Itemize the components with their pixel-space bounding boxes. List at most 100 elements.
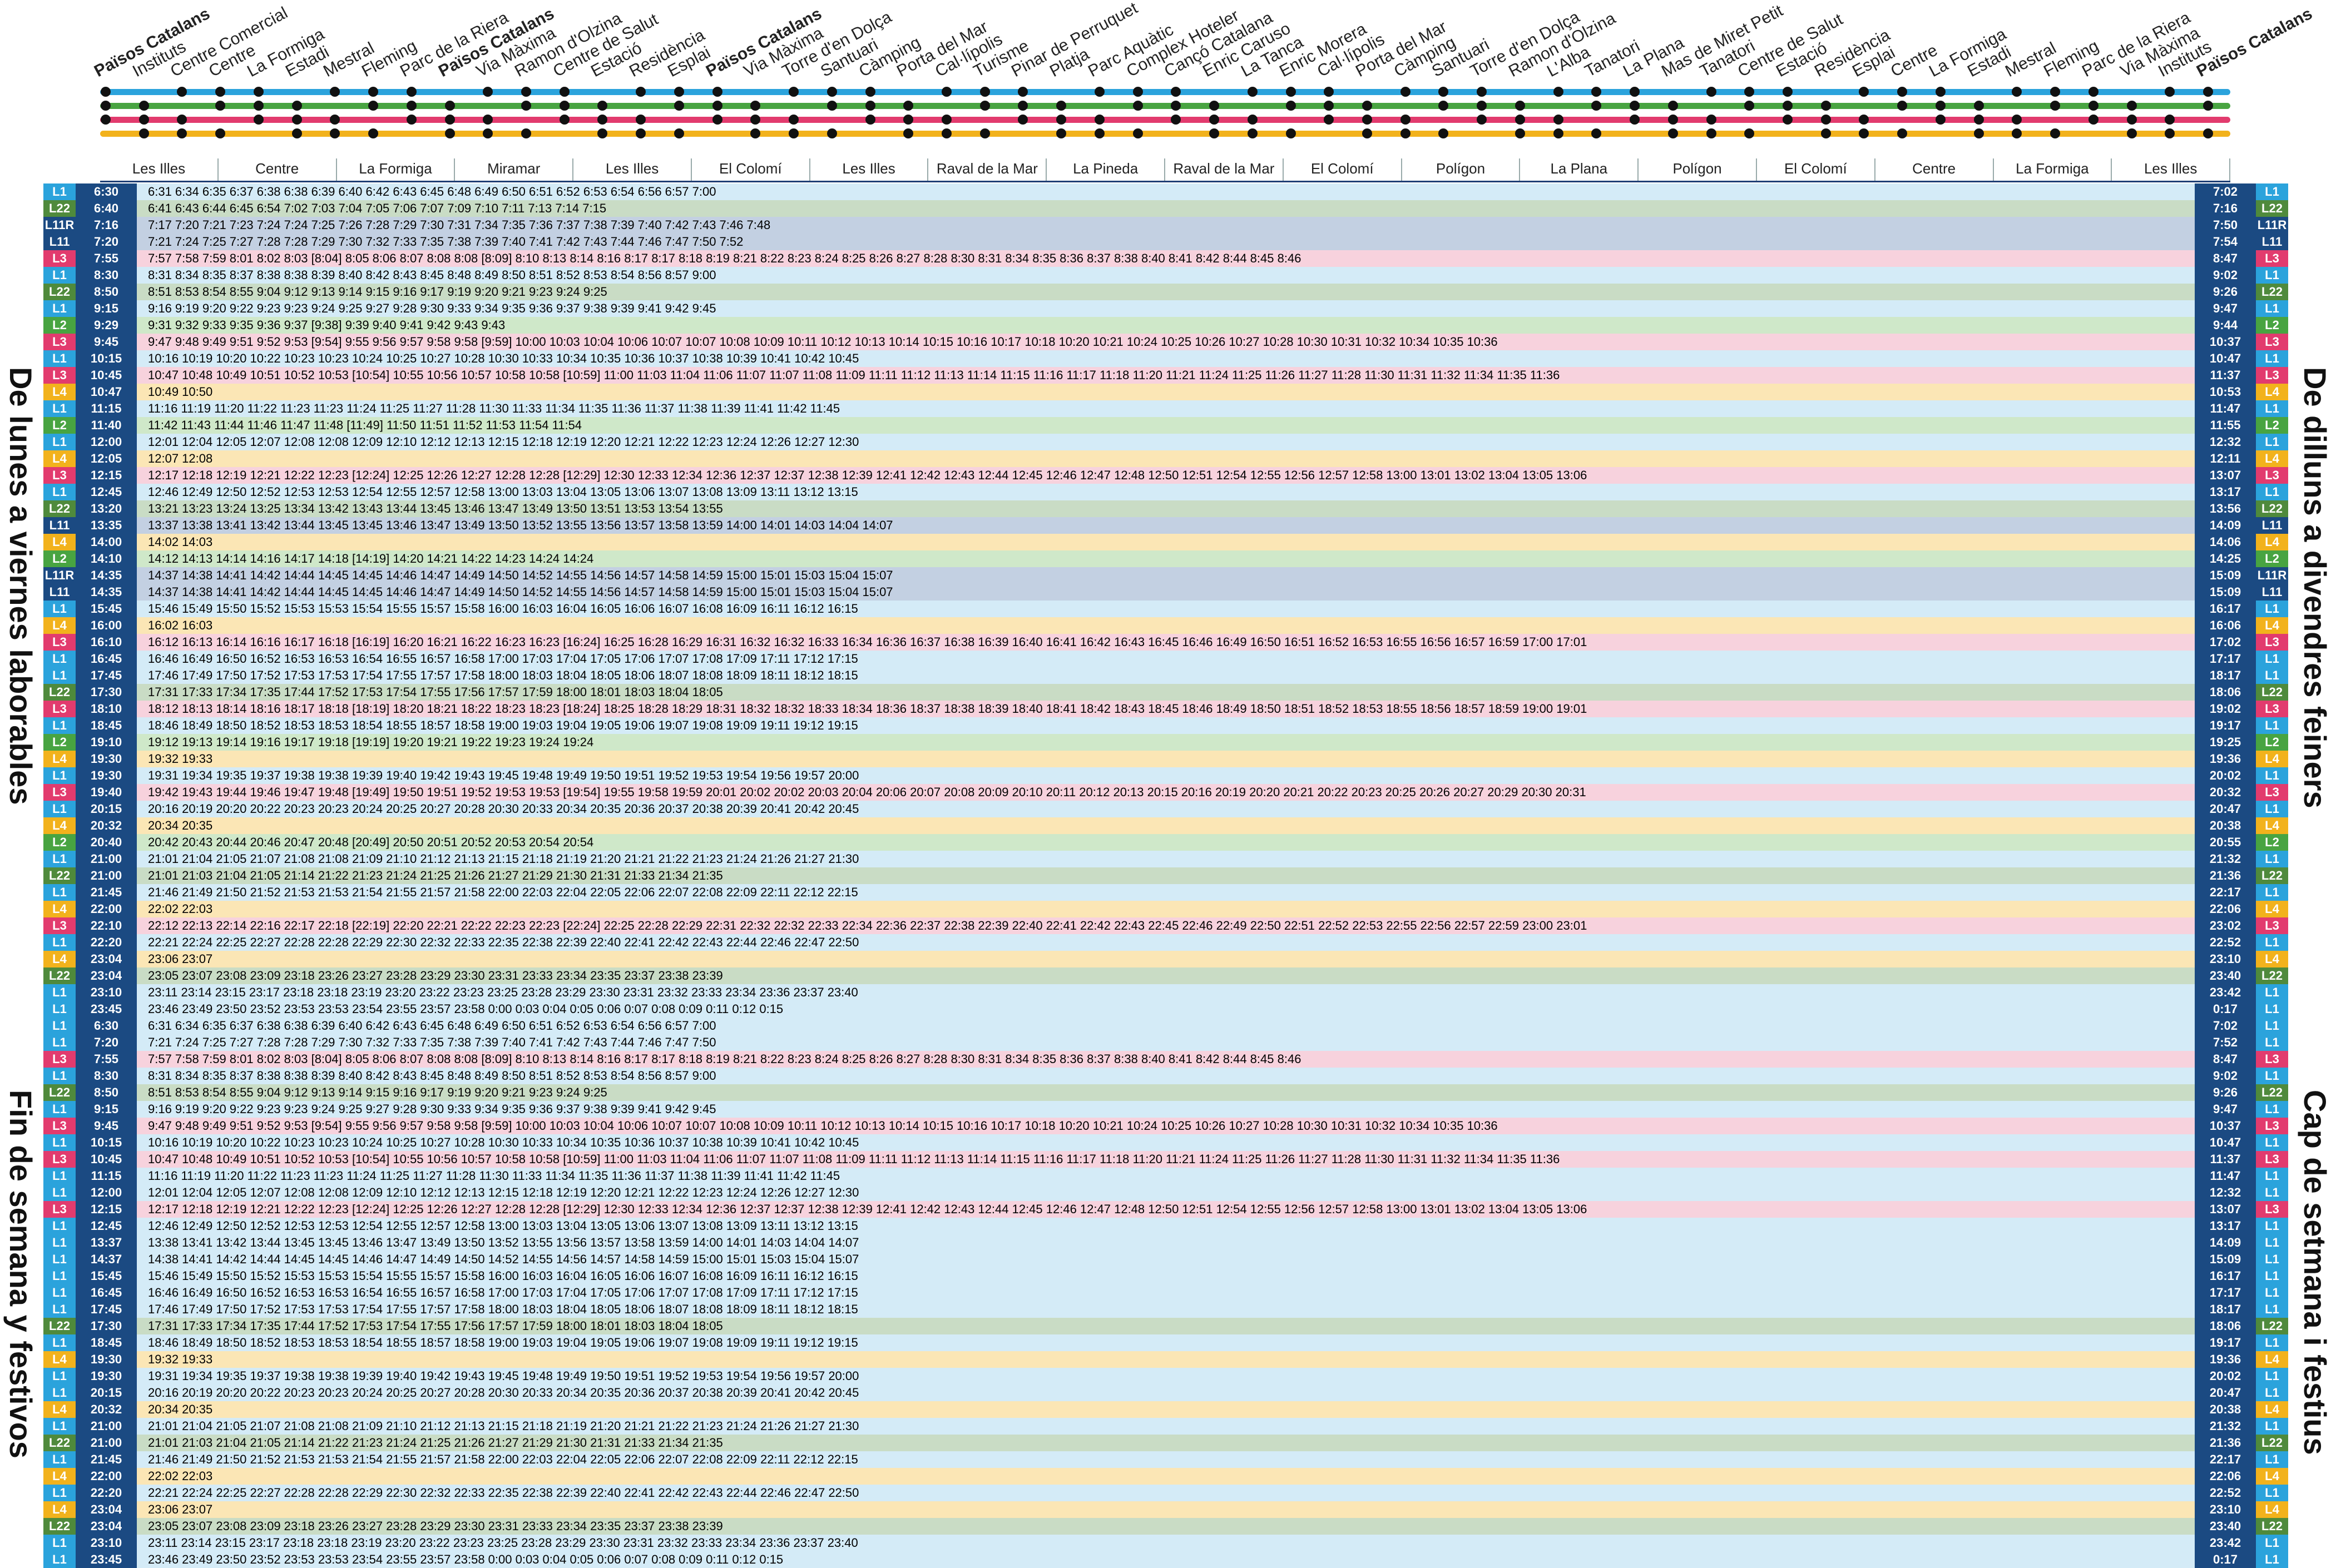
- arrival-time: 13:56: [2195, 500, 2256, 517]
- line-badge: L22: [43, 200, 76, 217]
- arrival-time: 22:17: [2195, 884, 2256, 901]
- stop-dot: [903, 128, 914, 138]
- line-badge: L2: [43, 734, 76, 751]
- stop-dot: [865, 115, 875, 125]
- stop-dot: [1285, 87, 1296, 97]
- timetable-row: L1 23:10 23:11 23:14 23:15 23:17 23:18 23:…: [43, 984, 2288, 1001]
- arrival-time: 17:17: [2195, 1284, 2256, 1301]
- line-badge-end: L2: [2256, 834, 2288, 851]
- stop-times: 7:57 7:58 7:59 8:01 8:02 8:03 [8:04] 8:0…: [148, 1052, 1301, 1066]
- stop-dot: [1515, 101, 1525, 111]
- zone-header: La Formiga: [1994, 158, 2112, 181]
- stop-times: 13:37 13:38 13:41 13:42 13:44 13:45 13:4…: [148, 518, 893, 532]
- arrival-time: 22:52: [2195, 1485, 2256, 1501]
- stop-times: 16:02 16:03: [148, 618, 213, 632]
- timetable-row: L4 22:00 22:02 22:03 22:06 L4: [43, 901, 2288, 917]
- arrival-time: 22:06: [2195, 901, 2256, 917]
- timetable-row: L1 21:00 21:01 21:04 21:05 21:07 21:08 21:…: [43, 851, 2288, 867]
- line-badge-end: L4: [2256, 1501, 2288, 1518]
- stop-times: 10:47 10:48 10:49 10:51 10:52 10:53 [10:…: [148, 368, 1560, 382]
- zone-header: Les Illes: [100, 158, 219, 181]
- route-line-L4: [100, 131, 2230, 137]
- stop-dot: [942, 115, 952, 125]
- departure-time: 15:45: [76, 601, 137, 617]
- departure-time: 14:35: [76, 567, 137, 584]
- timetable-row: L3 7:55 7:57 7:58 7:59 8:01 8:02 8:03 [8:0…: [43, 250, 2288, 267]
- timetable-row: L3 7:55 7:57 7:58 7:59 8:01 8:02 8:03 [8:0…: [43, 1051, 2288, 1068]
- line-badge: L1: [43, 267, 76, 284]
- departure-time: 13:20: [76, 500, 137, 517]
- stop-dot: [1285, 101, 1296, 111]
- timetable-row: L3 16:10 16:12 16:13 16:14 16:16 16:17 16:…: [43, 634, 2288, 651]
- arrival-time: 7:50: [2195, 217, 2256, 234]
- departure-time: 11:15: [76, 400, 137, 417]
- arrival-time: 17:17: [2195, 651, 2256, 667]
- stop-times: 20:34 20:35: [148, 818, 213, 832]
- line-badge: L4: [43, 617, 76, 634]
- stop-dot: [1973, 128, 1984, 138]
- line-badge-end: L1: [2256, 1385, 2288, 1401]
- stop-dot: [1056, 115, 1067, 125]
- timetable-row: L1 16:45 16:46 16:49 16:50 16:52 16:53 16:…: [43, 651, 2288, 667]
- line-badge-end: L4: [2256, 1351, 2288, 1368]
- stop-times: 23:05 23:07 23:08 23:09 23:18 23:26 23:2…: [148, 969, 723, 983]
- stop-dot: [1324, 87, 1334, 97]
- stop-dot: [1744, 128, 1755, 138]
- arrival-time: 14:06: [2195, 534, 2256, 550]
- line-badge: L3: [43, 334, 76, 350]
- stop-dot: [1706, 115, 1716, 125]
- stop-times: 19:31 19:34 19:35 19:37 19:38 19:38 19:3…: [148, 768, 859, 782]
- stop-dot: [674, 128, 684, 138]
- line-badge: L4: [43, 1351, 76, 1368]
- stop-times: 6:41 6:43 6:44 6:45 6:54 7:02 7:03 7:04 …: [148, 201, 607, 215]
- stop-times: 14:37 14:38 14:41 14:42 14:44 14:45 14:4…: [148, 585, 893, 599]
- stop-dot: [2126, 128, 2137, 138]
- stop-dot: [138, 115, 149, 125]
- line-badge: L1: [43, 1368, 76, 1385]
- departure-time: 12:45: [76, 484, 137, 500]
- stop-times: 18:12 18:13 18:14 18:16 18:17 18:18 [18:…: [148, 702, 1587, 716]
- departure-time: 9:45: [76, 1118, 137, 1134]
- zone-header: La Plana: [1520, 158, 1639, 181]
- stop-dot: [903, 101, 914, 111]
- stop-dot: [483, 128, 493, 138]
- arrival-time: 12:32: [2195, 434, 2256, 450]
- line-badge: L1: [43, 434, 76, 450]
- route-lines-diagram: [100, 83, 2230, 153]
- timetable-row: L1 17:45 17:46 17:49 17:50 17:52 17:53 17:…: [43, 667, 2288, 684]
- stop-dot: [1973, 101, 1984, 111]
- arrival-time: 20:02: [2195, 767, 2256, 784]
- arrival-time: 16:06: [2195, 617, 2256, 634]
- line-badge: L2: [43, 550, 76, 567]
- arrival-time: 16:17: [2195, 601, 2256, 617]
- stop-dot: [826, 101, 837, 111]
- timetable-row: L1 23:10 23:11 23:14 23:15 23:17 23:18 23:…: [43, 1535, 2288, 1551]
- stop-dot: [1056, 101, 1067, 111]
- stop-times: 21:46 21:49 21:50 21:52 21:53 21:53 21:5…: [148, 885, 858, 899]
- stop-times: 20:16 20:19 20:20 20:22 20:23 20:23 20:2…: [148, 1386, 859, 1400]
- stop-dot: [1438, 128, 1449, 138]
- stop-dot: [1132, 101, 1143, 111]
- stop-dot: [712, 101, 722, 111]
- timetable-row: L1 12:00 12:01 12:04 12:05 12:07 12:08 12:…: [43, 434, 2288, 450]
- line-badge-end: L4: [2256, 751, 2288, 767]
- stop-dot: [674, 101, 684, 111]
- stop-times: 12:01 12:04 12:05 12:07 12:08 12:08 12:0…: [148, 1185, 859, 1199]
- timetable-row: L4 20:32 20:34 20:35 20:38 L4: [43, 1401, 2288, 1418]
- stop-times: 9:47 9:48 9:49 9:51 9:52 9:53 [9:54] 9:5…: [148, 335, 1498, 349]
- departure-time: 22:00: [76, 901, 137, 917]
- arrival-time: 13:17: [2195, 484, 2256, 500]
- timetable-row: L2 19:10 19:12 19:13 19:14 19:16 19:17 19:…: [43, 734, 2288, 751]
- departure-time: 12:00: [76, 434, 137, 450]
- stop-dot: [1247, 128, 1258, 138]
- timetable-row: L4 12:05 12:07 12:08 12:11 L4: [43, 450, 2288, 467]
- line-badge-end: L1: [2256, 1134, 2288, 1151]
- departure-time: 8:50: [76, 1084, 137, 1101]
- arrival-time: 7:02: [2195, 183, 2256, 200]
- line-badge-end: L22: [2256, 1084, 2288, 1101]
- stop-dot: [2088, 115, 2099, 125]
- timetable-row: L1 20:15 20:16 20:19 20:20 20:22 20:23 20:…: [43, 801, 2288, 817]
- departure-time: 12:00: [76, 1184, 137, 1201]
- arrival-time: 11:47: [2195, 400, 2256, 417]
- line-badge-end: L1: [2256, 1301, 2288, 1318]
